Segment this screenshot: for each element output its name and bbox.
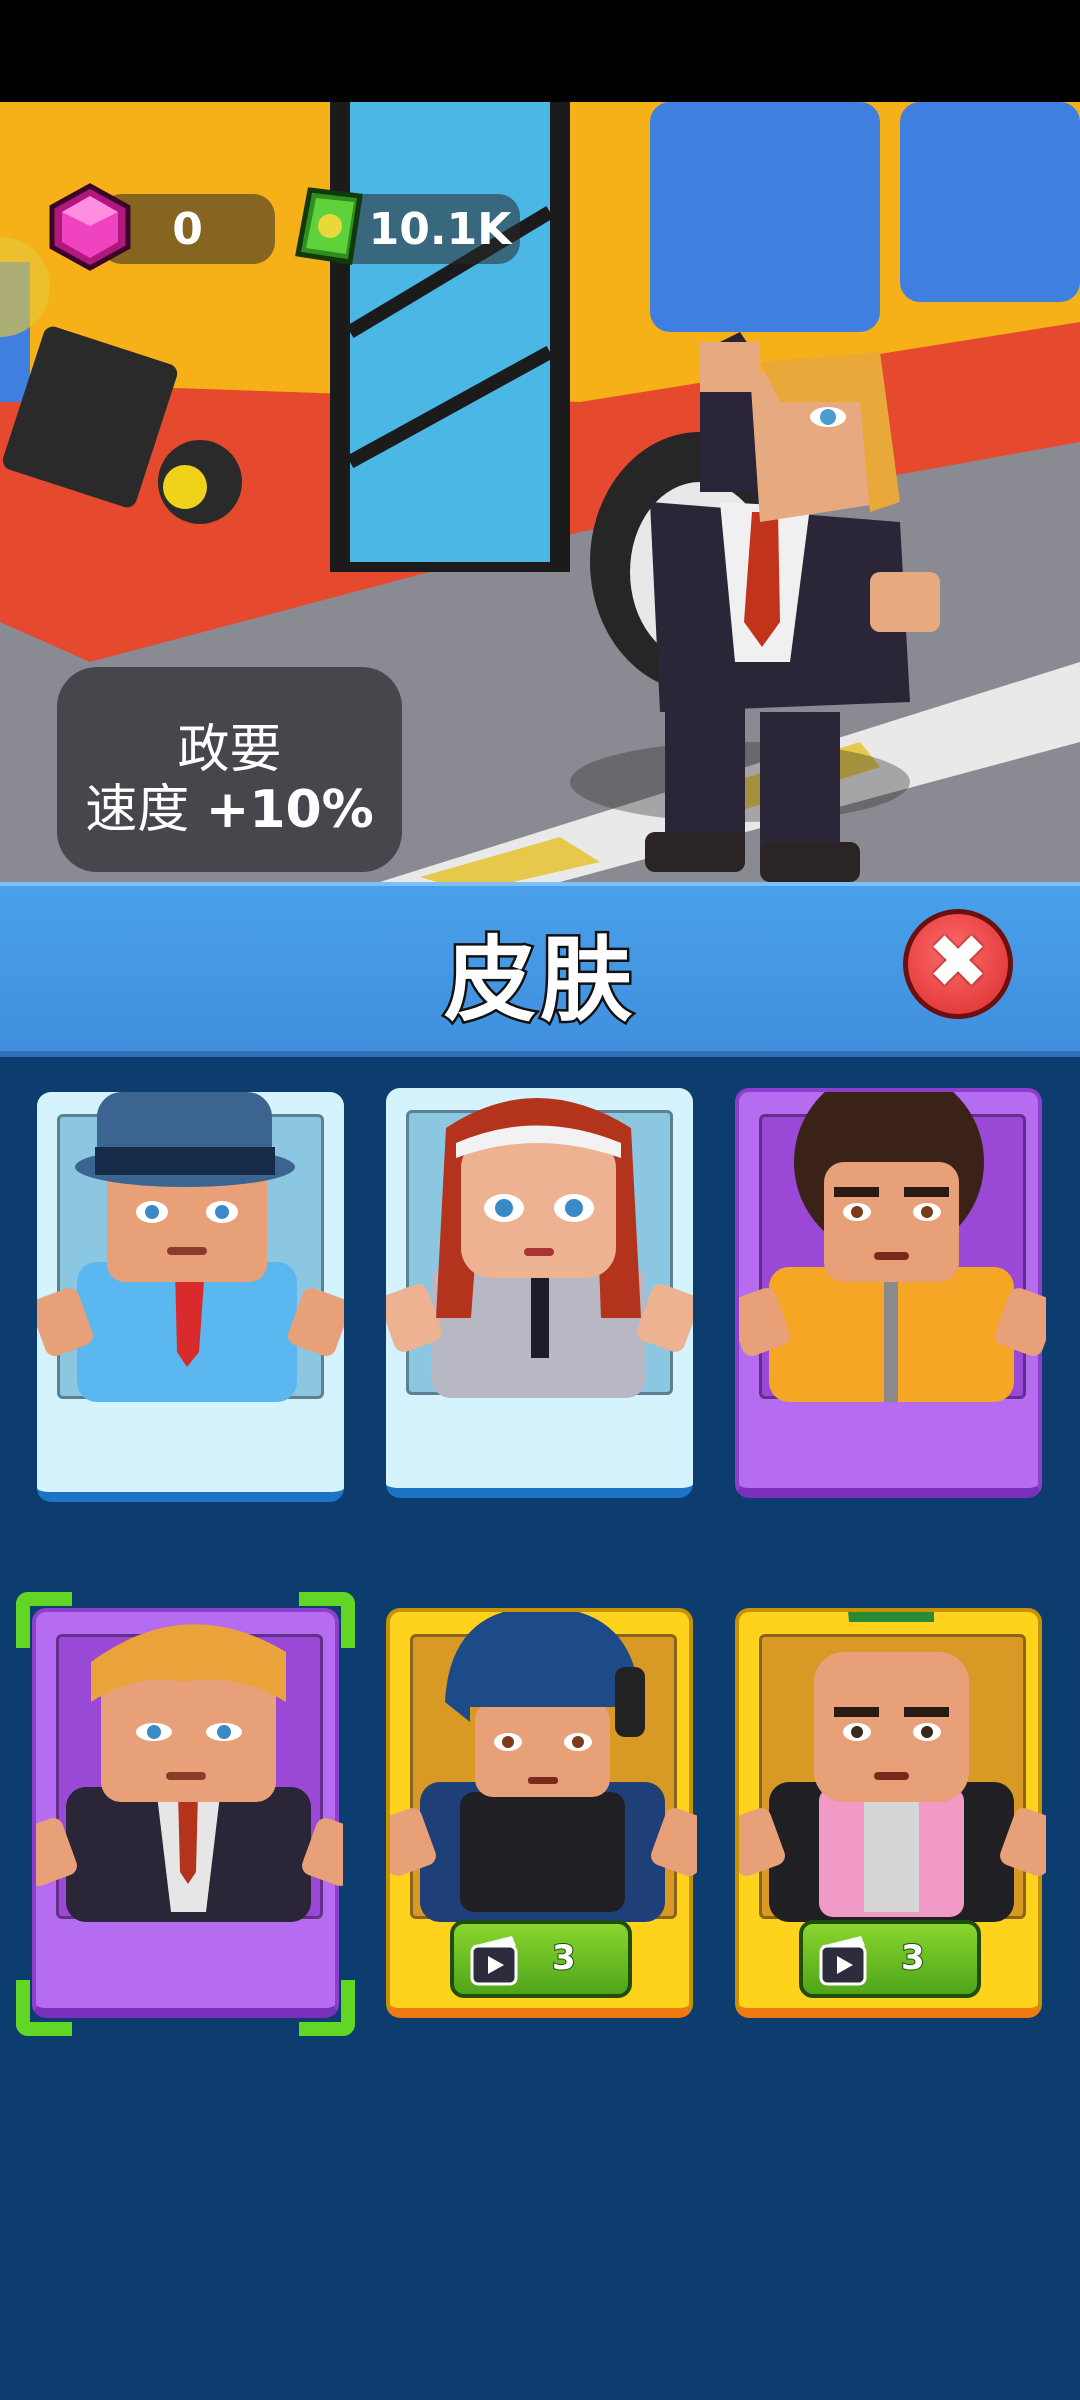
cash-stack-icon: [290, 182, 370, 272]
afro-fighter-portrait: [739, 1092, 1046, 1402]
selection-corner-icon: [16, 1592, 72, 1648]
security-guard-portrait: [386, 1098, 693, 1398]
video-clapper-icon: [470, 1936, 518, 1986]
perk-stat-label: 速度: [85, 780, 190, 840]
politician-portrait: [36, 1624, 343, 1922]
selection-corner-icon: [299, 1592, 355, 1648]
cash-count: 10.1K: [368, 203, 512, 255]
perk-stat-bonus: +10%: [205, 780, 374, 840]
watch-ad-button[interactable]: 3: [450, 1920, 632, 1998]
video-clapper-icon: [819, 1936, 867, 1986]
perk-info-panel: 政要 速度 +10%: [57, 667, 402, 872]
police-officer-portrait: [37, 1092, 344, 1402]
pink-gem-icon: [48, 182, 132, 272]
close-x-icon: ✖: [926, 919, 989, 1005]
skin-card-police-officer[interactable]: [37, 1092, 344, 1502]
skin-card-afro-fighter[interactable]: [735, 1088, 1046, 1498]
gem-count: 0: [172, 203, 203, 255]
selection-corner-icon: [16, 1980, 72, 2036]
skin-card-politician[interactable]: [16, 1592, 355, 2036]
skin-card-swat-soldier[interactable]: 3: [386, 1608, 697, 2018]
punk-portrait: [739, 1612, 1046, 1922]
ad-count: 3: [551, 1937, 577, 1979]
perk-bonus-line: 速度 +10%: [57, 767, 402, 842]
selection-corner-icon: [299, 1980, 355, 2036]
close-button[interactable]: ✖: [903, 909, 1013, 1019]
skins-header: 皮肤 ✖: [0, 882, 1080, 1057]
watch-ad-button[interactable]: 3: [799, 1920, 981, 1998]
character-preview-scene: 0 10.1K 政要 速度 +10%: [0, 102, 1080, 882]
skin-card-security-guard[interactable]: [386, 1088, 693, 1498]
status-bar: [0, 0, 1080, 102]
swat-soldier-portrait: [390, 1612, 697, 1922]
skin-card-punk[interactable]: 3: [735, 1608, 1046, 2018]
ad-count: 3: [900, 1937, 926, 1979]
